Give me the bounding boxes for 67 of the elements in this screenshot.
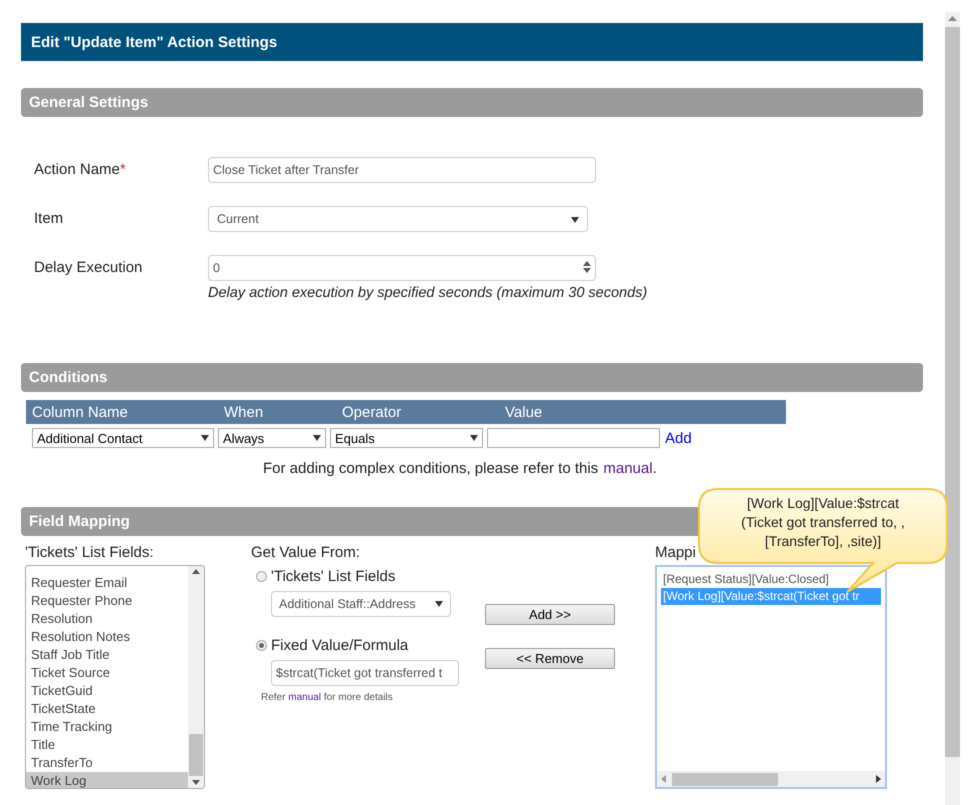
field-label: Item <box>34 209 64 227</box>
radio-button[interactable] <box>256 571 267 582</box>
callout-text: [Work Log][Value:$strcat <box>746 494 900 513</box>
list-item[interactable]: Work Log <box>26 772 188 788</box>
condition-note: For adding complex conditions, please refer to this manual. <box>263 460 658 477</box>
mapping-item[interactable]: [Request Status][Value:Closed] <box>661 571 881 588</box>
mappings-listbox[interactable]: [Request Status][Value:Closed] [Work Log][Value:$strcat(Ticket got tr <box>655 565 887 789</box>
dropdown-arrow-icon <box>470 435 478 441</box>
manual-link[interactable]: manual <box>288 692 322 703</box>
operator-select[interactable]: Equals <box>330 428 483 448</box>
scroll-left-icon[interactable] <box>661 775 666 783</box>
section-title: Conditions <box>28 368 108 388</box>
scroll-up-icon[interactable] <box>948 16 957 21</box>
scroll-thumb[interactable] <box>672 772 778 786</box>
number-input[interactable]: 0 <box>208 255 596 281</box>
column-header: Value <box>504 404 544 420</box>
scrollbar[interactable] <box>188 566 204 788</box>
help-text: Refer manual for more details <box>261 692 394 703</box>
list-item[interactable]: Requester Phone <box>26 592 188 610</box>
add-link[interactable]: Add <box>665 430 692 446</box>
list-item[interactable]: TicketState <box>26 700 188 718</box>
list-item[interactable]: TransferTo <box>26 754 188 772</box>
mappings-label: Mappi <box>655 544 696 561</box>
radio-label: Fixed Value/Formula <box>271 637 408 654</box>
dialog-title: Edit "Update Item" Action Settings <box>30 33 278 53</box>
hint-text: Delay action execution by specified seconds (maximum 30 seconds) <box>208 285 648 301</box>
list-item[interactable]: Staff Job Title <box>26 646 188 664</box>
list-field-select[interactable]: Additional Staff::Address <box>271 591 451 617</box>
list-item[interactable]: Resolution Notes <box>26 628 188 646</box>
dropdown-arrow-icon <box>201 435 209 441</box>
column-header: Column Name <box>31 404 129 420</box>
horizontal-scrollbar[interactable] <box>657 771 885 787</box>
mapping-button[interactable]: << Remove <box>485 648 615 669</box>
list-item[interactable]: Ticket Source <box>26 664 188 682</box>
radio-label: 'Tickets' List Fields <box>271 568 396 585</box>
field-label: Delay Execution <box>34 258 144 276</box>
callout-text: (Ticket got transferred to, , <box>740 513 906 532</box>
list-item[interactable]: Requester Email <box>26 574 188 592</box>
get-value-label: Get Value From: <box>251 544 360 561</box>
section-title: Field Mapping <box>28 512 131 532</box>
section-title: General Settings <box>28 93 150 113</box>
list-item[interactable]: Title <box>26 736 188 754</box>
item-select[interactable]: Current <box>208 206 588 232</box>
field-label: Action Name* <box>34 160 127 178</box>
list-item[interactable]: Resolution <box>26 610 188 628</box>
required-mark: * <box>120 161 126 178</box>
dropdown-arrow-icon <box>313 435 321 441</box>
radio-button[interactable] <box>256 640 267 651</box>
when-select[interactable]: Always <box>218 428 326 448</box>
scroll-thumb[interactable] <box>189 734 203 776</box>
column-header: When <box>223 404 264 420</box>
list-item[interactable]: TicketGuid <box>26 682 188 700</box>
manual-link[interactable]: manual <box>603 460 653 477</box>
formula-input[interactable]: $strcat(Ticket got transferred t <box>271 660 459 686</box>
column-header: Operator <box>341 404 402 420</box>
fields-listbox[interactable]: Requester Email Requester Phone Resolution Resolution Notes Staff Job Title Ticket Source TicketGuid TicketState Time Tracking Title TransferTo Work Log <box>25 565 205 789</box>
scroll-up-icon[interactable] <box>192 569 200 574</box>
mapping-button[interactable]: Add >> <box>485 604 615 625</box>
value-input[interactable] <box>487 428 660 448</box>
list-label: 'Tickets' List Fields: <box>25 544 154 561</box>
callout-text: [TransferTo], ,site)] <box>764 532 882 551</box>
text-input[interactable]: Close Ticket after Transfer <box>208 157 596 183</box>
list-item[interactable]: Time Tracking <box>26 718 188 736</box>
column-name-select[interactable]: Additional Contact <box>32 428 214 448</box>
dropdown-arrow-icon <box>435 601 443 607</box>
scroll-down-icon[interactable] <box>192 780 200 785</box>
scroll-right-icon[interactable] <box>876 775 881 783</box>
